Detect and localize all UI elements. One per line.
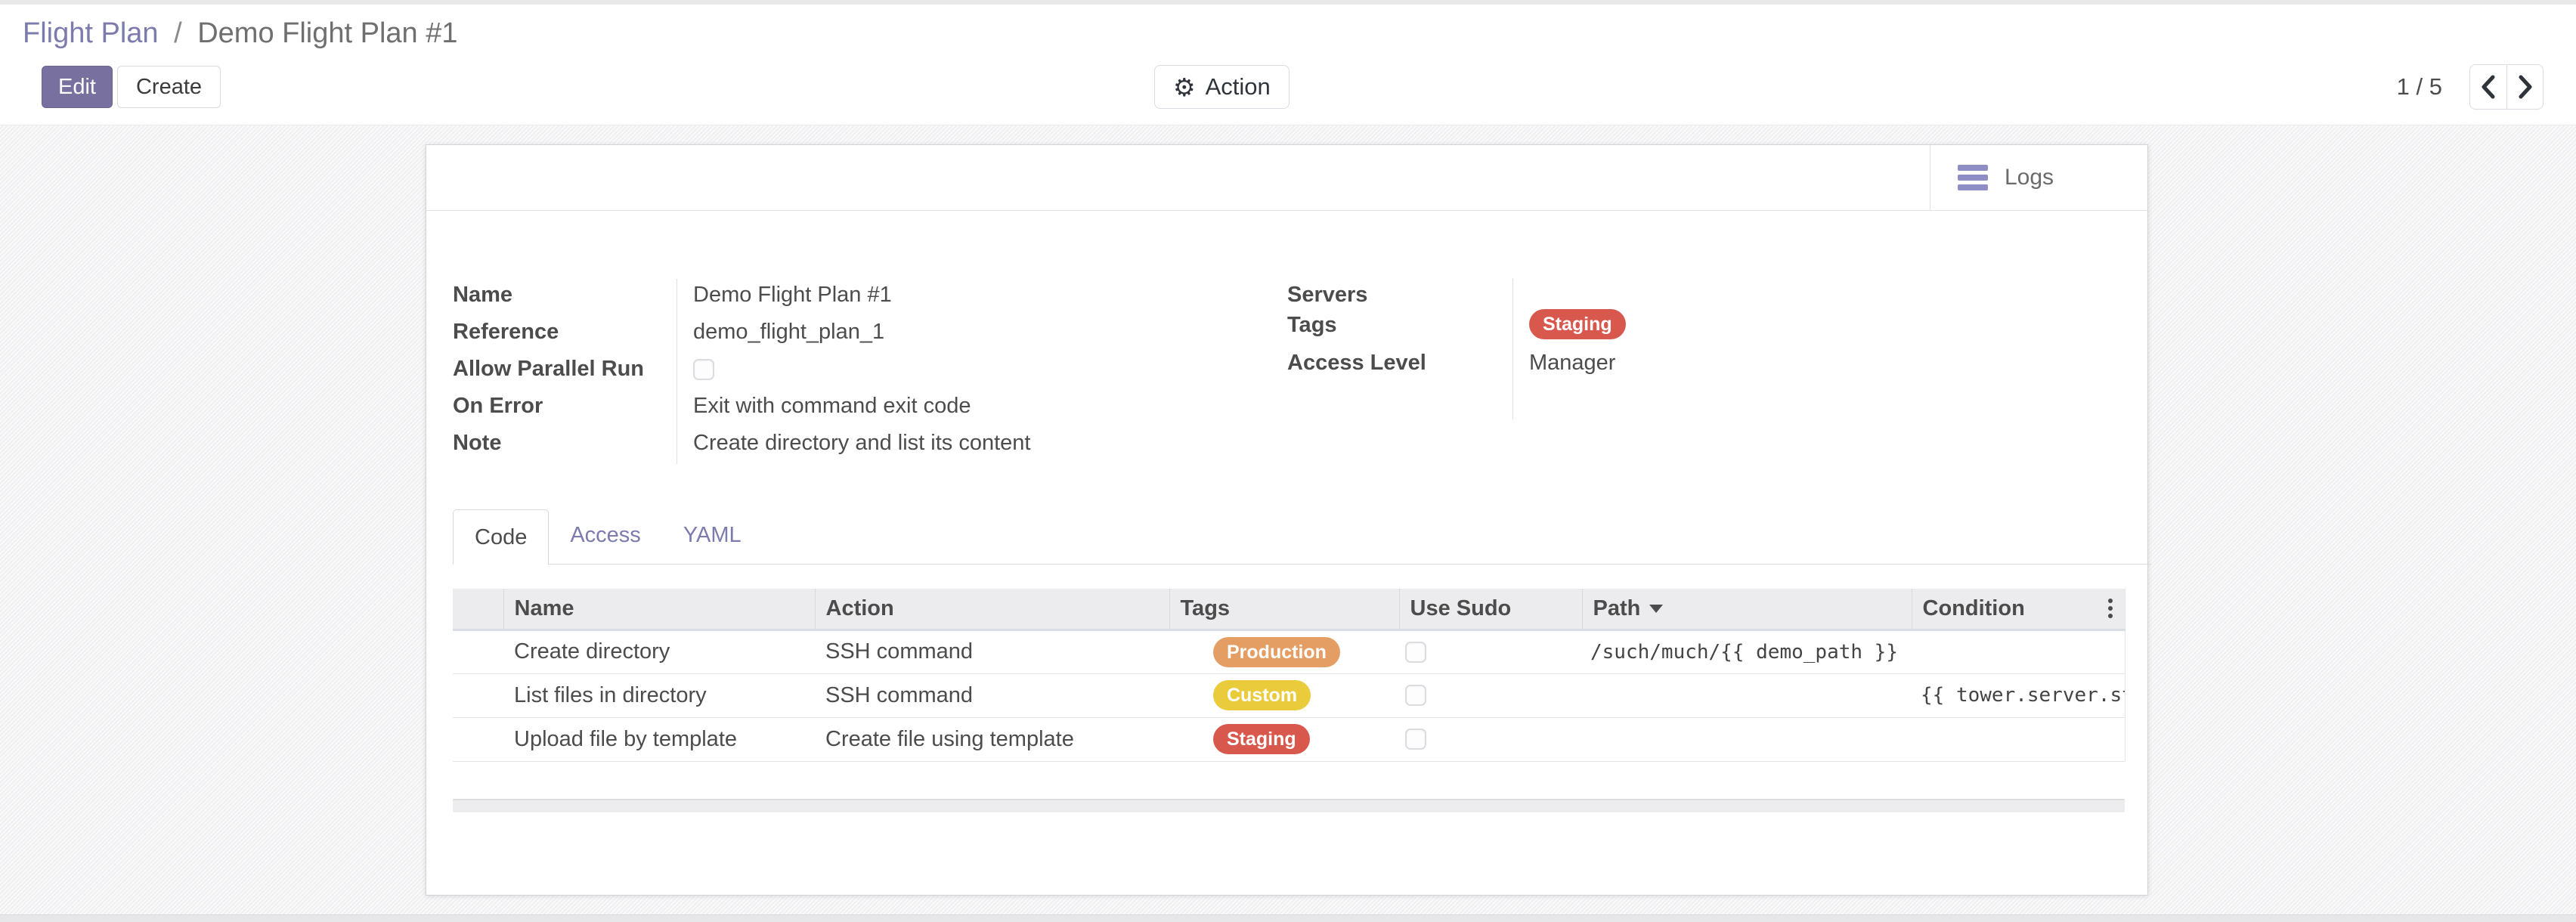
menu-bars-icon [1958, 165, 1988, 190]
row-handle-cell [453, 630, 503, 673]
field-value-servers [1512, 279, 1529, 283]
tag-production: Production [1213, 637, 1340, 667]
breadcrumb: Flight Plan / Demo Flight Plan #1 [23, 5, 2576, 53]
cell-use-sudo [1399, 717, 1582, 761]
field-value-name: Demo Flight Plan #1 [677, 279, 892, 308]
tab-code[interactable]: Code [453, 509, 549, 565]
cell-action: SSH command [815, 673, 1169, 717]
action-button-label: Action [1206, 73, 1271, 101]
breadcrumb-separator: / [166, 17, 190, 49]
tab-yaml[interactable]: YAML [662, 508, 763, 564]
field-label-reference: Reference [453, 316, 677, 345]
sort-caret-down-icon [1649, 605, 1663, 613]
column-header-path[interactable]: Path [1582, 589, 1912, 630]
bottom-divider [0, 914, 2576, 922]
field-value-on-error: Exit with command exit code [677, 390, 971, 419]
notebook-tabs: Code Access YAML [453, 509, 2151, 565]
allow-parallel-run-checkbox[interactable] [693, 359, 714, 380]
row-handle-cell [453, 673, 503, 717]
cell-name: Upload file by template [503, 717, 815, 761]
cell-action: Create file using template [815, 717, 1169, 761]
field-label-tags: Tags [1287, 309, 1512, 338]
cell-name: List files in directory [503, 673, 815, 717]
field-value-note: Create directory and list its content [677, 427, 1030, 456]
pager-next-button[interactable] [2506, 65, 2543, 109]
optional-columns-icon[interactable] [2108, 606, 2113, 611]
breadcrumb-parent-link[interactable]: Flight Plan [23, 17, 159, 49]
cell-name: Create directory [503, 630, 815, 673]
field-label-access-level: Access Level [1287, 347, 1512, 376]
pager-buttons [2469, 64, 2543, 110]
use-sudo-checkbox[interactable] [1405, 642, 1426, 663]
pager-count: 1 / 5 [2397, 73, 2442, 101]
command-lines-table: Name Action Tags Use Sudo Path Condition [453, 589, 2126, 762]
field-value-reference: demo_flight_plan_1 [677, 316, 884, 345]
use-sudo-checkbox[interactable] [1405, 729, 1426, 750]
pager: 1 / 5 [2397, 64, 2543, 110]
tag-staging: Staging [1213, 724, 1310, 754]
column-header-use-sudo[interactable]: Use Sudo [1399, 589, 1582, 630]
cell-tags: Staging [1169, 717, 1399, 761]
breadcrumb-current: Demo Flight Plan #1 [197, 17, 457, 49]
field-label-on-error: On Error [453, 390, 677, 419]
field-label-name: Name [453, 279, 677, 308]
field-group-right: Servers Tags Staging Access Level Manage… [1287, 279, 2125, 382]
cell-use-sudo [1399, 673, 1582, 717]
table-header-row: Name Action Tags Use Sudo Path Condition [453, 589, 2125, 630]
logs-button-label: Logs [2005, 165, 2054, 190]
tab-access[interactable]: Access [549, 508, 661, 564]
chevron-right-icon [2517, 74, 2534, 100]
row-handle-cell [453, 717, 503, 761]
tag-custom: Custom [1213, 680, 1311, 710]
cell-path [1582, 673, 1912, 717]
use-sudo-checkbox[interactable] [1405, 685, 1426, 706]
cell-action: SSH command [815, 630, 1169, 673]
field-value-access-level: Manager [1512, 347, 1615, 376]
gear-icon: ⚙ [1173, 75, 1196, 100]
control-buttons-row: Edit Create ⚙ Action 1 / 5 [23, 53, 2576, 121]
cell-use-sudo [1399, 630, 1582, 673]
tag-staging: Staging [1529, 309, 1626, 339]
horizontal-scrollbar[interactable] [453, 799, 2125, 812]
cell-condition: {{ tower.server.st [1912, 673, 2125, 717]
column-header-action[interactable]: Action [815, 589, 1169, 630]
cell-condition [1912, 630, 2125, 673]
chevron-left-icon [2480, 74, 2497, 100]
column-handle [453, 589, 503, 630]
form-sheet: Logs Name Demo Flight Plan #1 Reference … [426, 144, 2148, 896]
table-row[interactable]: Create directory SSH command Production … [453, 630, 2125, 673]
create-button[interactable]: Create [117, 66, 221, 108]
cell-tags: Custom [1169, 673, 1399, 717]
column-header-name[interactable]: Name [503, 589, 815, 630]
pager-prev-button[interactable] [2470, 65, 2506, 109]
cell-path: /such/much/{{ demo_path }} [1582, 630, 1912, 673]
cell-condition [1912, 717, 2125, 761]
field-group-left: Name Demo Flight Plan #1 Reference demo_… [453, 279, 1287, 464]
table-row[interactable]: List files in directory SSH command Cust… [453, 673, 2125, 717]
table-row[interactable]: Upload file by template Create file usin… [453, 717, 2125, 761]
field-label-note: Note [453, 427, 677, 456]
field-label-allow-parallel-run: Allow Parallel Run [453, 353, 677, 382]
form-button-box: Logs [426, 145, 2147, 211]
cell-tags: Production [1169, 630, 1399, 673]
action-button[interactable]: ⚙ Action [1154, 65, 1290, 109]
cell-path [1582, 717, 1912, 761]
control-panel: Flight Plan / Demo Flight Plan #1 Edit C… [0, 5, 2576, 125]
column-header-condition[interactable]: Condition [1912, 589, 2125, 630]
logs-button[interactable]: Logs [1930, 145, 2147, 210]
field-label-servers: Servers [1287, 279, 1512, 308]
main-content-area: Logs Name Demo Flight Plan #1 Reference … [0, 125, 2576, 922]
edit-button[interactable]: Edit [42, 66, 113, 108]
column-header-tags[interactable]: Tags [1169, 589, 1399, 630]
field-group-divider [1512, 279, 1513, 419]
